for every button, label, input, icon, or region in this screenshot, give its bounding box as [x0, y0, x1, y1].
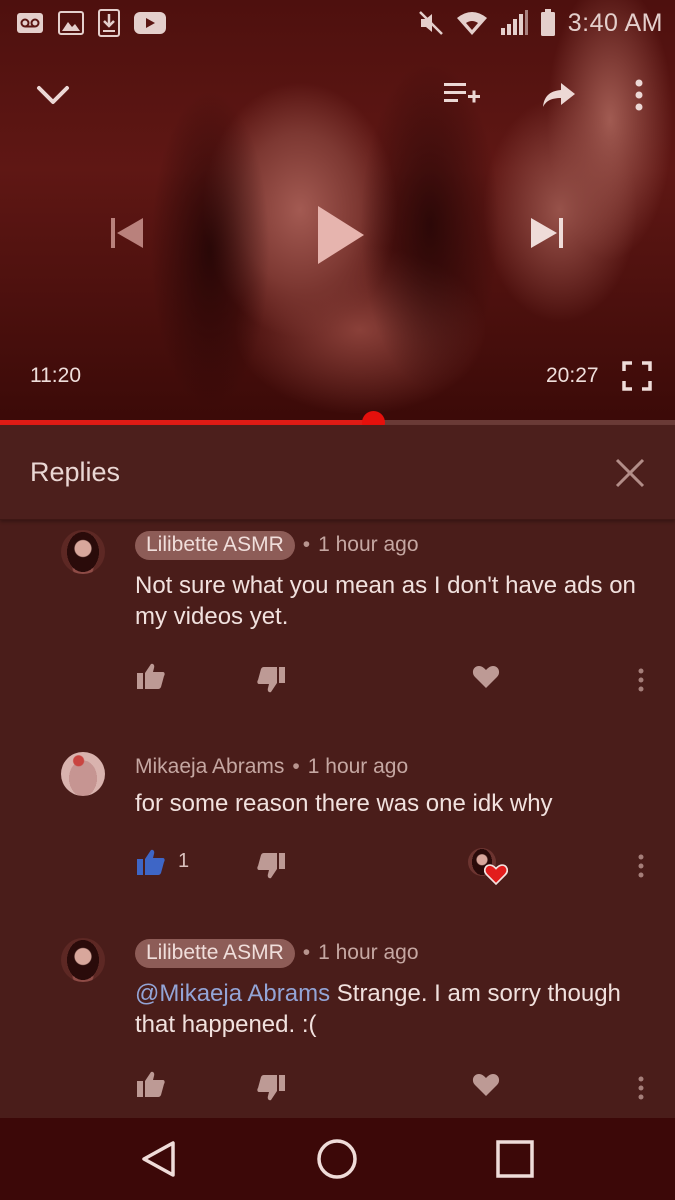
comment-more-button[interactable] [628, 1072, 654, 1104]
comment-meta: Mikaeja Abrams • 1 hour ago [135, 752, 408, 782]
dislike-button[interactable] [253, 848, 289, 884]
share-icon [543, 83, 575, 107]
heart-icon [472, 666, 500, 688]
more-vertical-icon [638, 668, 644, 692]
next-button[interactable] [524, 213, 570, 253]
back-triangle-icon [142, 1141, 175, 1177]
like-count: 1 [178, 850, 190, 872]
avatar[interactable] [61, 752, 105, 796]
system-nav-bar [0, 1118, 675, 1200]
home-circle-icon [317, 1139, 357, 1179]
like-button[interactable] [133, 844, 169, 880]
battery-icon [540, 9, 556, 37]
comment-actions: 1 [0, 844, 675, 885]
home-button[interactable] [312, 1136, 362, 1182]
add-to-queue-icon [444, 83, 480, 103]
avatar[interactable] [61, 938, 105, 982]
like-button[interactable] [133, 658, 169, 694]
thumbs-up-icon [137, 849, 165, 875]
status-time: 3:40 AM [567, 8, 663, 37]
play-button[interactable] [306, 197, 376, 273]
comment-text: Not sure what you mean as I don't have a… [135, 572, 636, 630]
replies-header: Replies [0, 425, 675, 520]
like-button[interactable] [133, 1066, 169, 1102]
share-button[interactable] [534, 70, 584, 120]
comment-more-button[interactable] [628, 664, 654, 696]
close-replies-button[interactable] [612, 455, 648, 491]
duration: 20:27 [546, 364, 599, 387]
comment-time: 1 hour ago [318, 533, 419, 556]
comment-text: for some reason there was one idk why [135, 790, 553, 817]
separator: • [302, 941, 311, 964]
more-options-button[interactable] [614, 70, 664, 120]
avatar[interactable] [61, 530, 105, 574]
player-top-controls [0, 70, 675, 120]
fullscreen-button[interactable] [622, 361, 652, 391]
play-icon [318, 206, 364, 264]
author-name[interactable]: Lilibette ASMR [135, 938, 295, 968]
previous-button[interactable] [104, 213, 150, 253]
comment-time: 1 hour ago [318, 941, 419, 964]
heart-button[interactable] [469, 1068, 503, 1102]
signal-icon [500, 10, 528, 36]
creator-heart-badge[interactable] [466, 846, 510, 885]
fullscreen-icon [622, 361, 652, 391]
more-vertical-icon [635, 79, 643, 111]
separator: • [292, 755, 300, 778]
recents-button[interactable] [490, 1136, 540, 1182]
more-vertical-icon [638, 1076, 644, 1100]
heart-button[interactable] [469, 660, 503, 694]
chevron-down-icon [37, 86, 69, 104]
comment-text: @Mikaeja Abrams Strange. I am sorry thou… [135, 978, 655, 1040]
heart-icon [472, 1074, 500, 1096]
more-vertical-icon [638, 854, 644, 878]
comment-time: 1 hour ago [307, 755, 409, 778]
author-name[interactable]: Lilibette ASMR [135, 530, 295, 560]
comment-actions [0, 658, 675, 698]
heart-icon [484, 864, 508, 885]
wifi-icon [456, 10, 488, 36]
thumbs-down-icon [257, 667, 285, 693]
mute-icon [418, 10, 444, 36]
comment-meta: Lilibette ASMR • 1 hour ago [135, 530, 419, 560]
separator: • [302, 533, 311, 556]
download-icon [98, 9, 120, 37]
current-time: 11:20 [30, 364, 81, 387]
thumbs-down-icon [257, 1075, 285, 1101]
replies-title: Replies [30, 457, 121, 487]
thumbs-down-icon [257, 853, 285, 879]
comment-more-button[interactable] [628, 850, 654, 882]
transport-controls [0, 195, 675, 275]
comment-actions [0, 1066, 675, 1106]
image-icon [58, 11, 84, 35]
close-icon [615, 458, 645, 488]
thumbs-up-icon [137, 1071, 165, 1097]
collapse-button[interactable] [28, 70, 78, 120]
author-name[interactable]: Mikaeja Abrams [135, 755, 284, 779]
dislike-button[interactable] [253, 662, 289, 698]
status-bar: 3:40 AM [0, 0, 675, 46]
video-player[interactable]: 3:40 AM 11:20 20:27 [0, 0, 675, 422]
recents-square-icon [496, 1140, 534, 1178]
dislike-button[interactable] [253, 1070, 289, 1106]
voicemail-icon [16, 12, 44, 34]
previous-icon [111, 218, 143, 248]
youtube-icon [134, 12, 166, 34]
next-icon [531, 218, 563, 248]
back-button[interactable] [134, 1136, 184, 1182]
comment-meta: Lilibette ASMR • 1 hour ago [135, 938, 419, 968]
thumbs-up-icon [137, 663, 165, 689]
mention-link[interactable]: @Mikaeja Abrams [135, 980, 330, 1007]
add-to-queue-button[interactable] [437, 70, 487, 120]
